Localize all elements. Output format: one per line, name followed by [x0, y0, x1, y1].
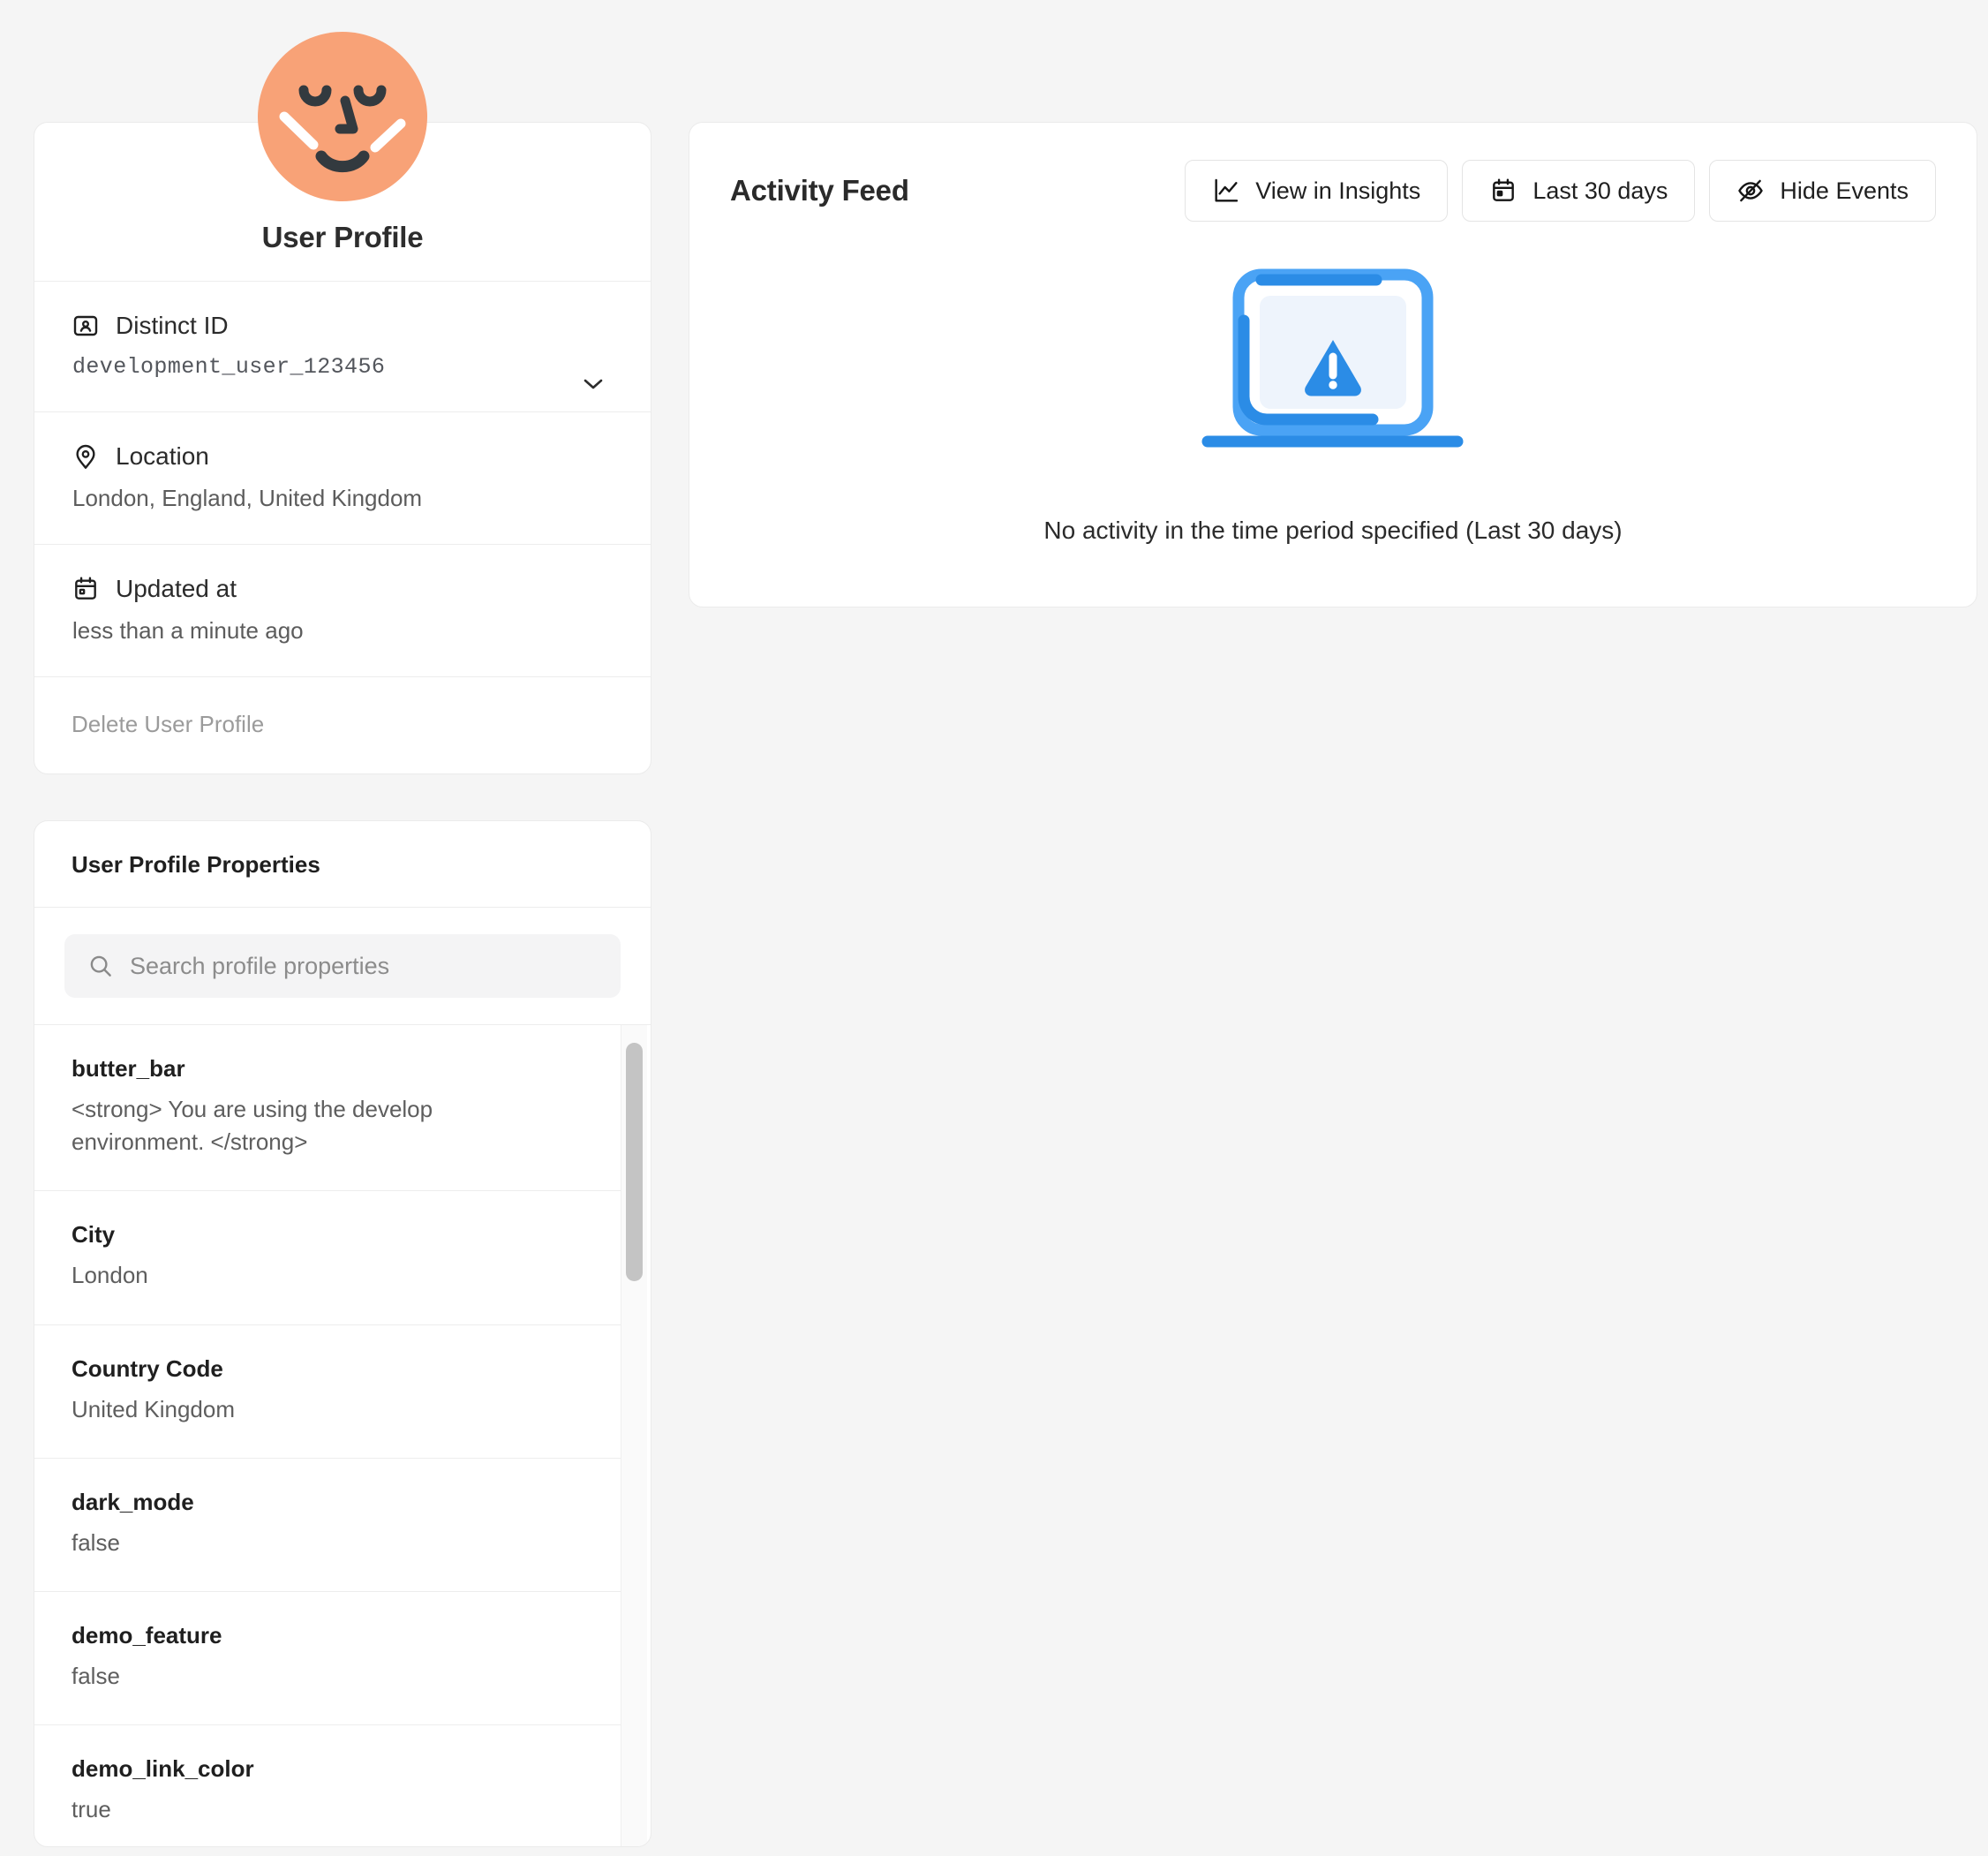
- info-row-label: Updated at: [116, 575, 237, 603]
- properties-search-wrapper: [34, 908, 651, 1025]
- property-key: Country Code: [72, 1355, 587, 1383]
- date-range-label: Last 30 days: [1532, 177, 1668, 205]
- user-profile-card: User Profile Distinct ID development_use…: [34, 122, 651, 774]
- properties-card-header: User Profile Properties: [34, 821, 651, 908]
- property-value: true: [72, 1793, 451, 1826]
- search-input[interactable]: [130, 953, 598, 980]
- contact-card-icon: [72, 312, 100, 340]
- info-row-label-line: Updated at: [72, 575, 614, 603]
- info-row-location: Location London, England, United Kingdom: [34, 412, 651, 545]
- empty-state-message: No activity in the time period specified…: [1043, 517, 1622, 545]
- info-row-label-line: Distinct ID: [72, 312, 614, 340]
- activity-feed-empty-state: No activity in the time period specified…: [689, 268, 1977, 545]
- map-pin-icon: [72, 442, 100, 471]
- property-key: City: [72, 1221, 587, 1249]
- updated-at-value: less than a minute ago: [72, 617, 614, 645]
- hide-events-button[interactable]: Hide Events: [1709, 160, 1936, 222]
- delete-user-profile-button[interactable]: Delete User Profile: [72, 711, 264, 737]
- view-in-insights-label: View in Insights: [1255, 177, 1420, 205]
- list-item[interactable]: Country Code United Kingdom: [34, 1325, 624, 1459]
- chevron-down-icon[interactable]: [582, 377, 605, 391]
- distinct-id-value: development_user_123456: [72, 354, 614, 380]
- left-column: User Profile Distinct ID development_use…: [34, 122, 651, 1847]
- list-item[interactable]: demo_link_color true: [34, 1725, 624, 1846]
- list-item[interactable]: dark_mode false: [34, 1459, 624, 1592]
- view-in-insights-button[interactable]: View in Insights: [1185, 160, 1448, 222]
- line-chart-icon: [1212, 177, 1240, 205]
- list-item[interactable]: City London: [34, 1191, 624, 1324]
- property-key: demo_link_color: [72, 1755, 587, 1783]
- location-value: London, England, United Kingdom: [72, 485, 614, 512]
- eye-off-icon: [1736, 177, 1765, 205]
- activity-feed-header: Activity Feed View in Insights: [689, 123, 1977, 222]
- property-value: false: [72, 1660, 451, 1693]
- calendar-icon: [1489, 177, 1517, 205]
- user-profile-properties-card: User Profile Properties butter: [34, 820, 651, 1847]
- laptop-warning-illustration: [1187, 268, 1479, 487]
- delete-user-profile-row[interactable]: Delete User Profile: [34, 677, 651, 773]
- properties-title: User Profile Properties: [72, 851, 614, 879]
- property-value: London: [72, 1259, 451, 1292]
- properties-scrollbar-thumb[interactable]: [626, 1043, 643, 1281]
- info-row-label: Location: [116, 442, 209, 471]
- property-value: <strong> You are using the develop envir…: [72, 1093, 451, 1158]
- search-icon: [87, 953, 114, 979]
- list-item[interactable]: demo_feature false: [34, 1592, 624, 1725]
- property-value: false: [72, 1527, 451, 1559]
- info-row-label-line: Location: [72, 442, 614, 471]
- info-row-label: Distinct ID: [116, 312, 229, 340]
- info-row-distinct-id[interactable]: Distinct ID development_user_123456: [34, 282, 651, 412]
- activity-feed-title: Activity Feed: [730, 174, 909, 207]
- date-range-button[interactable]: Last 30 days: [1462, 160, 1695, 222]
- property-value: United Kingdom: [72, 1393, 451, 1426]
- hide-events-label: Hide Events: [1780, 177, 1909, 205]
- search-box[interactable]: [64, 934, 621, 998]
- properties-list-wrapper: butter_bar <strong> You are using the de…: [34, 1025, 651, 1846]
- page-title: User Profile: [262, 221, 424, 254]
- properties-scrollbar[interactable]: [621, 1025, 647, 1846]
- property-key: demo_feature: [72, 1622, 587, 1649]
- properties-list: butter_bar <strong> You are using the de…: [34, 1025, 651, 1846]
- activity-feed-card: Activity Feed View in Insights: [689, 122, 1977, 607]
- info-row-updated-at: Updated at less than a minute ago: [34, 545, 651, 677]
- activity-feed-actions: View in Insights Last 30 days: [1185, 160, 1936, 222]
- property-key: dark_mode: [72, 1489, 587, 1516]
- user-profile-page: User Profile Distinct ID development_use…: [0, 0, 1988, 1856]
- calendar-icon: [72, 575, 100, 603]
- list-item[interactable]: butter_bar <strong> You are using the de…: [34, 1025, 624, 1191]
- smiling-face-avatar: [258, 32, 427, 201]
- property-key: butter_bar: [72, 1055, 587, 1083]
